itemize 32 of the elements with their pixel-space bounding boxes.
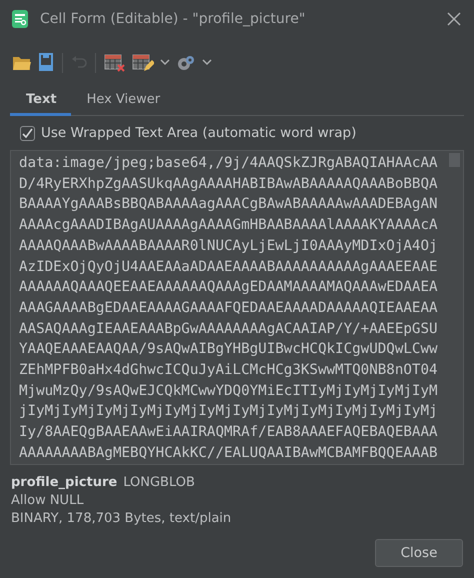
checkbox-label: Use Wrapped Text Area (automatic word wrap) <box>41 125 356 141</box>
checkbox[interactable] <box>20 126 35 140</box>
column-name: profile_picture <box>11 475 118 490</box>
text-area[interactable] <box>10 150 464 465</box>
text-line: jIyMjIyMjIyMjIyMjIyMjIyMjIyMjIyMjIyMjIyMjIyMjIyMj <box>19 402 438 422</box>
text-line: ZEhMPFB0aHx4dGhwcICQuJyAiLCMcHCg3KSwwMTQ0NB8nOT04 <box>19 361 438 380</box>
text-line: data:image/jpeg;base64,/9j/4AAQSkZJRgABAQIAHAAcAA <box>19 154 438 173</box>
text-line: BAAAAYgAAABsBBQABAAAAagAAACgBAwABAAAAAwAAADEBAgAN <box>19 195 438 214</box>
text-line: AAAAcgAAADIBAgAUAAAAgAAAAGmHBAABAAAAlAAAAKYAAAAcA <box>19 216 438 236</box>
column-type: LONGBLOB <box>123 475 195 490</box>
text-line: MjwuMzQy/9sAQwEJCQkMCwwYDQ0YMiEcITIyMjIyMjIyMjIyM <box>19 382 438 401</box>
grid-delete-icon[interactable] <box>104 53 126 73</box>
text-line: AASAQAAAgIEAAEAAABpGwAAAAAAAAgACAAIAP/Y/+AAEEpGSU <box>19 320 438 339</box>
text-line: AAAAQAAABwAAAABAAAAR0lNUCAyLjEwLjI0AAAyMDIxOjA4Oj <box>19 236 438 256</box>
data-details: BINARY, 178,703 Bytes, text/plain <box>11 511 232 526</box>
window-title: Cell Form (Editable) - "profile_picture" <box>40 11 306 27</box>
app-icon <box>12 10 28 28</box>
text-line: AzIDExOjQyOjU4AAEAAaADAAEAAAABAAAAAAAAAAgAAAEEAAE <box>19 258 438 277</box>
text-line: AAAGAAAABgEDAAEAAAAGAAAAFQEDAAEAAAADAAAAAQIEAAEAA <box>19 298 438 318</box>
text-line: Iy/8AAEQgBAAEAAwEiAAIRAQMRAf/EAB8AAAEFAQEBAQEBAAA <box>19 423 438 442</box>
tab[interactable]: Hex Viewer <box>70 88 174 116</box>
text-line: YAAQEAAAEAAQAA/9sAQwAIBgYHBgUIBwcHCQkICgwUDQwLCww <box>19 340 438 360</box>
close-icon[interactable] <box>446 11 462 27</box>
save-icon[interactable] <box>38 53 54 73</box>
text-line: AAAAAAQAAAQEEAAEAAAAAAQAAAgEDAAMAAAAMAQAAAwEDAAEA <box>19 278 438 298</box>
text-line: AAAAAAAABAgMEBQYHCAkKC//EALUQAAIBAwMCBAMFBQQEAAAB <box>19 444 438 463</box>
close-button[interactable]: Close <box>375 539 463 567</box>
tab[interactable]: Text <box>10 88 71 116</box>
grid-edit-icon[interactable] <box>132 53 154 73</box>
gears-icon[interactable] <box>176 53 196 73</box>
nullability-text: Allow NULL <box>11 493 85 508</box>
text-line: D/4RyERXhpZgAASUkqAAgAAAAHABIBAwABAAAAAQAAABoBBQA <box>19 174 438 194</box>
